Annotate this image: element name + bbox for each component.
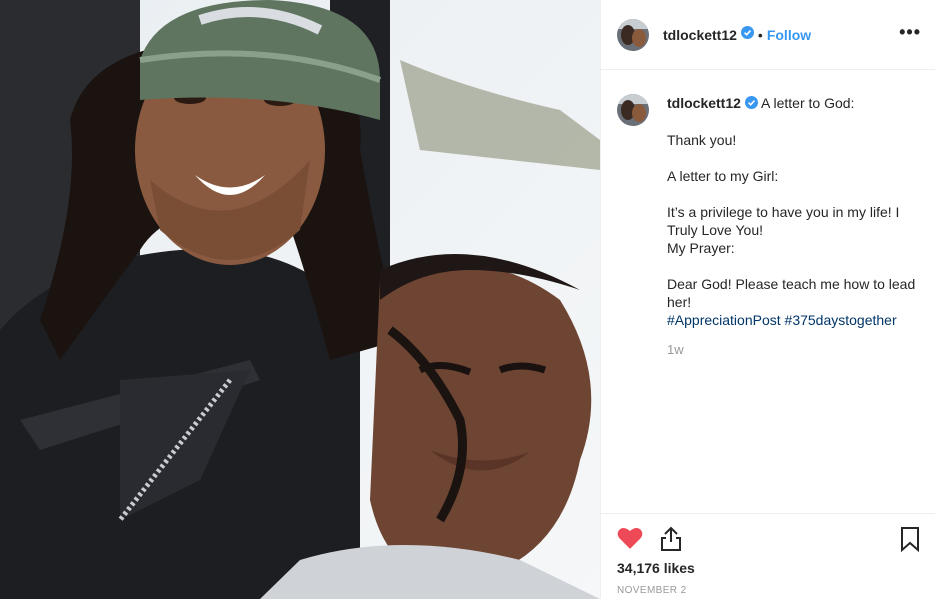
- post-actions: 34,176 likes NOVEMBER 2: [601, 513, 935, 600]
- hashtags: #AppreciationPost #375daystogether: [667, 311, 919, 329]
- caption-line: Thank you!: [667, 132, 737, 149]
- hashtag-link[interactable]: #375daystogether: [785, 312, 897, 328]
- like-count[interactable]: 34,176 likes: [617, 560, 695, 576]
- caption-line: Dear God! Please teach me how to lead he…: [667, 276, 920, 311]
- post-sidebar: tdlockett12 • Follow ••• tdlockett12 A l…: [600, 0, 935, 599]
- caption-line: It’s a privilege to have you in my life!…: [667, 204, 904, 239]
- caption-first-line: tdlockett12 A letter to God:: [667, 94, 919, 113]
- caption-body: tdlockett12 A letter to God: Thank you! …: [667, 94, 919, 359]
- caption-text: A letter to God:: [761, 95, 855, 111]
- verified-badge-icon: [740, 25, 754, 44]
- author-username[interactable]: tdlockett12: [663, 27, 737, 43]
- caption-avatar[interactable]: [617, 94, 649, 126]
- bookmark-icon[interactable]: [899, 526, 921, 557]
- post-photo[interactable]: [0, 0, 600, 599]
- author-avatar[interactable]: [617, 18, 649, 51]
- selfie-image: [0, 0, 600, 599]
- caption-timestamp[interactable]: 1w: [667, 341, 919, 359]
- caption-username[interactable]: tdlockett12: [667, 95, 741, 111]
- follow-button[interactable]: Follow: [767, 27, 811, 43]
- share-icon[interactable]: [659, 526, 683, 557]
- instagram-post: tdlockett12 • Follow ••• tdlockett12 A l…: [0, 0, 935, 599]
- hashtag-link[interactable]: #AppreciationPost: [667, 312, 781, 328]
- caption: tdlockett12 A letter to God: Thank you! …: [601, 70, 935, 359]
- post-date: NOVEMBER 2: [617, 585, 687, 596]
- post-header: tdlockett12 • Follow •••: [601, 0, 935, 70]
- caption-line: My Prayer:: [667, 240, 735, 257]
- separator-dot: •: [757, 26, 763, 43]
- action-icons: [617, 526, 920, 554]
- caption-line: A letter to my Girl:: [667, 168, 779, 185]
- more-options-button[interactable]: •••: [899, 22, 921, 43]
- verified-badge-icon: [744, 95, 758, 113]
- heart-icon[interactable]: [617, 526, 643, 555]
